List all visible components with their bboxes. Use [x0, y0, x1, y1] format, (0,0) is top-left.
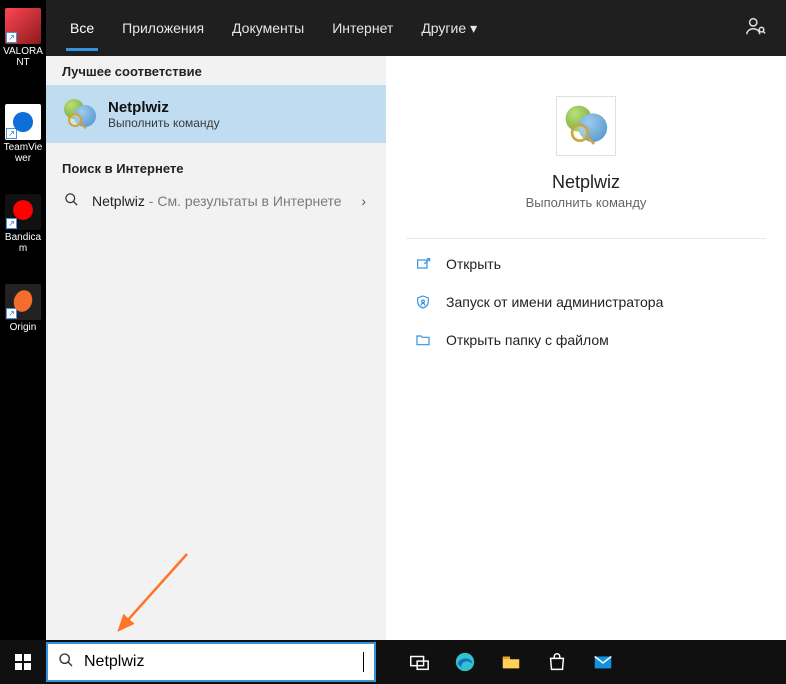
web-search-label: Netplwiz - См. результаты в Интернете: [92, 193, 342, 209]
chevron-right-icon: ›: [361, 193, 370, 209]
taskbar-icons: [396, 640, 626, 684]
action-open[interactable]: Открыть: [386, 245, 786, 283]
search-icon: [62, 192, 80, 210]
best-match-item[interactable]: Netplwiz Выполнить команду: [46, 85, 386, 143]
best-match-title: Netplwiz: [108, 99, 220, 116]
text-cursor: [363, 652, 364, 672]
tab-web[interactable]: Интернет: [318, 0, 407, 56]
taskbar-app-store[interactable]: [534, 640, 580, 684]
netplwiz-icon: [62, 97, 96, 131]
search-tabs-header: Все Приложения Документы Интернет Другие…: [46, 0, 786, 56]
preview-icon: [556, 96, 616, 156]
shortcut-badge: ↗: [6, 128, 17, 139]
preview-subtitle: Выполнить команду: [386, 195, 786, 210]
action-label: Открыть: [446, 256, 501, 272]
action-label: Открыть папку с файлом: [446, 332, 609, 348]
desktop-icon-origin[interactable]: ↗ Origin: [0, 284, 46, 333]
taskbar-app-mail[interactable]: [580, 640, 626, 684]
task-view-button[interactable]: [396, 640, 442, 684]
shortcut-badge: ↗: [6, 32, 17, 43]
start-button[interactable]: [0, 640, 46, 684]
web-search-item[interactable]: Netplwiz - См. результаты в Интернете ›: [46, 182, 386, 220]
tab-label: Приложения: [122, 20, 204, 36]
desktop: ↗ VALORANT ↗ TeamViewer ↗ Bandicam ↗ Ori…: [0, 0, 46, 640]
tab-label: Другие: [421, 20, 466, 36]
tab-label: Интернет: [332, 20, 393, 36]
best-match-subtitle: Выполнить команду: [108, 116, 220, 130]
best-match-header: Лучшее соответствие: [46, 56, 386, 85]
divider: [406, 238, 766, 239]
search-icon: [58, 652, 74, 672]
chevron-down-icon: ▾: [470, 20, 477, 37]
tab-label: Все: [70, 20, 94, 36]
feedback-icon[interactable]: [736, 15, 776, 42]
tab-documents[interactable]: Документы: [218, 0, 318, 56]
tab-more[interactable]: Другие▾: [407, 0, 491, 56]
desktop-icon-label: TeamViewer: [0, 142, 46, 164]
taskbar: [0, 640, 786, 684]
preview-column: Netplwiz Выполнить команду Открыть Запус…: [386, 56, 786, 640]
web-search-header: Поиск в Интернете: [46, 153, 386, 182]
tab-apps[interactable]: Приложения: [108, 0, 218, 56]
search-body: Лучшее соответствие Netplwiz Выполнить к…: [46, 56, 786, 640]
taskbar-app-edge[interactable]: [442, 640, 488, 684]
action-run-as-admin[interactable]: Запуск от имени администратора: [386, 283, 786, 321]
desktop-icon-teamviewer[interactable]: ↗ TeamViewer: [0, 104, 46, 164]
action-label: Запуск от имени администратора: [446, 294, 663, 310]
preview-title: Netplwiz: [386, 172, 786, 193]
desktop-icon-valorant[interactable]: ↗ VALORANT: [0, 8, 46, 68]
results-column: Лучшее соответствие Netplwiz Выполнить к…: [46, 56, 386, 640]
desktop-icon-label: VALORANT: [0, 46, 46, 68]
shortcut-badge: ↗: [6, 308, 17, 319]
action-open-file-location[interactable]: Открыть папку с файлом: [386, 321, 786, 359]
folder-icon: [414, 331, 432, 349]
search-input[interactable]: [84, 653, 365, 671]
open-icon: [414, 255, 432, 273]
desktop-icon-label: Origin: [0, 322, 46, 333]
desktop-icon-bandicam[interactable]: ↗ Bandicam: [0, 194, 46, 254]
shortcut-badge: ↗: [6, 218, 17, 229]
taskbar-search-box[interactable]: [46, 642, 376, 682]
windows-logo-icon: [15, 654, 31, 670]
shield-admin-icon: [414, 293, 432, 311]
desktop-icon-label: Bandicam: [0, 232, 46, 254]
search-flyout: Все Приложения Документы Интернет Другие…: [46, 0, 786, 640]
taskbar-app-explorer[interactable]: [488, 640, 534, 684]
tab-label: Документы: [232, 20, 304, 36]
tab-all[interactable]: Все: [56, 0, 108, 56]
